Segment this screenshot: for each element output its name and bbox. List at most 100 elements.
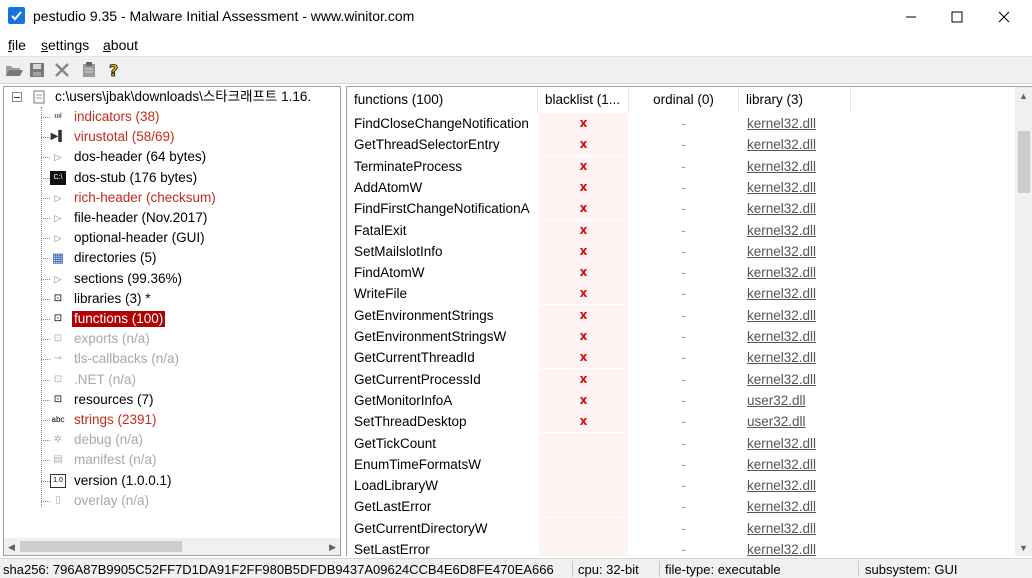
exports-icon: ⊡ — [53, 333, 63, 345]
cell-library-link[interactable]: kernel32.dll — [747, 241, 851, 262]
table-row[interactable]: GetTickCount - kernel32.dll — [347, 432, 1015, 454]
status-subsystem: subsystem: GUI — [865, 562, 958, 577]
cell-library-link[interactable]: kernel32.dll — [747, 134, 851, 155]
tree-item[interactable]: C:\ dos-stub (176 bytes) — [4, 168, 338, 188]
cell-library-link[interactable]: kernel32.dll — [747, 496, 851, 517]
table-row[interactable]: GetLastError - kernel32.dll — [347, 496, 1015, 518]
tree-item[interactable]: ⊡ exports (n/a) — [4, 329, 338, 349]
tree-item[interactable]: ▷ rich-header (checksum) — [4, 188, 338, 208]
cell-blacklist: x — [539, 155, 628, 177]
cell-library-link[interactable]: kernel32.dll — [747, 347, 851, 368]
table-row[interactable]: SetMailslotInfo x - kernel32.dll — [347, 240, 1015, 262]
tree-item[interactable]: ⊡ .NET (n/a) — [4, 370, 338, 390]
cell-library-link[interactable]: kernel32.dll — [747, 156, 851, 177]
tree-item[interactable]: 1.0 version (1.0.0.1) — [4, 471, 338, 491]
save-button[interactable] — [28, 61, 48, 80]
scroll-right-icon[interactable]: ▶ — [329, 542, 336, 553]
table-row[interactable]: TerminateProcess x - kernel32.dll — [347, 155, 1015, 177]
tree-item[interactable]: ⊡ resources (7) — [4, 390, 338, 410]
tree-item[interactable]: abc strings (2391) — [4, 410, 338, 430]
expand-icon[interactable]: ▷ — [50, 272, 66, 286]
tree-item[interactable]: ▦ directories (5) — [4, 248, 338, 268]
table-row[interactable]: GetMonitorInfoA x - user32.dll — [347, 389, 1015, 411]
cell-library-link[interactable]: kernel32.dll — [747, 475, 851, 496]
cell-library-link[interactable]: user32.dll — [747, 390, 851, 411]
column-library[interactable]: library (3) — [739, 87, 851, 113]
cell-ordinal: - — [681, 222, 686, 238]
tree-scroll-thumb[interactable] — [20, 541, 182, 552]
cell-library-link[interactable]: kernel32.dll — [747, 220, 851, 241]
close-button[interactable] — [981, 0, 1027, 33]
cell-ordinal: - — [681, 329, 686, 344]
menu-file[interactable]: file — [8, 37, 26, 53]
table-row[interactable]: WriteFile x - kernel32.dll — [347, 283, 1015, 305]
column-ordinal[interactable]: ordinal (0) — [629, 87, 739, 113]
expand-icon[interactable]: ▷ — [50, 211, 66, 225]
tree-item[interactable]: ▷ sections (99.36%) — [4, 269, 338, 289]
table-row[interactable]: SetLastError - kernel32.dll — [347, 539, 1015, 556]
tree-item[interactable]: ▶▌ virustotal (58/69) — [4, 127, 338, 147]
clipboard-button[interactable] — [80, 61, 100, 80]
table-row[interactable]: LoadLibraryW - kernel32.dll — [347, 475, 1015, 497]
cell-library-link[interactable]: kernel32.dll — [747, 518, 851, 539]
cell-library-link[interactable]: kernel32.dll — [747, 113, 851, 134]
expand-icon[interactable]: ▷ — [50, 191, 66, 205]
tree-item[interactable]: ⊡ functions (100) — [4, 309, 338, 329]
cell-library-link[interactable]: kernel32.dll — [747, 198, 851, 219]
cell-library-link[interactable]: kernel32.dll — [747, 539, 851, 556]
table-row[interactable]: GetThreadSelectorEntry x - kernel32.dll — [347, 134, 1015, 156]
cell-library-link[interactable]: kernel32.dll — [747, 283, 851, 304]
table-row[interactable]: FindAtomW x - kernel32.dll — [347, 262, 1015, 284]
scroll-left-icon[interactable]: ◀ — [8, 542, 15, 553]
tree-item[interactable]: ⊡ libraries (3) * — [4, 289, 338, 309]
open-button[interactable] — [4, 61, 24, 80]
table-row[interactable]: SetThreadDesktop x - user32.dll — [347, 411, 1015, 433]
tree-item[interactable]: ▷ dos-header (64 bytes) — [4, 147, 338, 167]
maximize-button[interactable] — [934, 0, 980, 33]
table-row[interactable]: GetEnvironmentStrings x - kernel32.dll — [347, 304, 1015, 326]
help-button[interactable]: ? — [106, 61, 126, 81]
cell-library-link[interactable]: kernel32.dll — [747, 326, 851, 347]
tree-root[interactable]: c:\users\jbak\downloads\스타크래프트 1.16. — [4, 87, 340, 107]
expand-icon[interactable]: ▷ — [50, 231, 66, 245]
menu-bar: file settings about — [0, 33, 1032, 57]
scroll-up-icon[interactable]: ▲ — [1019, 91, 1028, 101]
table-scroll-thumb[interactable] — [1018, 131, 1030, 193]
table-row[interactable]: GetCurrentProcessId x - kernel32.dll — [347, 368, 1015, 390]
cell-library-link[interactable]: kernel32.dll — [747, 369, 851, 390]
column-functions[interactable]: functions (100) — [347, 87, 538, 113]
cell-library-link[interactable]: kernel32.dll — [747, 262, 851, 283]
tree-item[interactable]: ▤ manifest (n/a) — [4, 450, 338, 470]
table-row[interactable]: GetCurrentDirectoryW - kernel32.dll — [347, 517, 1015, 539]
tree-view[interactable]: c:\users\jbak\downloads\스타크래프트 1.16. ııı… — [3, 86, 341, 556]
tree-horizontal-scrollbar[interactable]: ◀ ▶ — [4, 538, 340, 555]
scroll-down-icon[interactable]: ▼ — [1019, 543, 1028, 553]
menu-settings[interactable]: settings — [41, 37, 89, 53]
table-row[interactable]: GetCurrentThreadId x - kernel32.dll — [347, 347, 1015, 369]
expand-icon[interactable]: ▷ — [50, 150, 66, 164]
tree-item[interactable]: ⊸ tls-callbacks (n/a) — [4, 349, 338, 369]
tree-item[interactable]: ▯ overlay (n/a) — [4, 491, 338, 511]
table-row[interactable]: FindFirstChangeNotificationA x - kernel32.d… — [347, 198, 1015, 220]
table-vertical-scrollbar[interactable]: ▲ ▼ — [1015, 87, 1032, 556]
column-blacklist[interactable]: blacklist (1... — [538, 87, 629, 113]
table-row[interactable]: FindCloseChangeNotification x - kernel32.dl… — [347, 113, 1015, 134]
minimize-button[interactable] — [888, 0, 934, 33]
tree-item[interactable]: ▷ file-header (Nov.2017) — [4, 208, 338, 228]
cell-library-link[interactable]: user32.dll — [747, 411, 851, 432]
cell-function: WriteFile — [354, 286, 408, 302]
menu-about[interactable]: about — [103, 37, 138, 53]
cell-library-link[interactable]: kernel32.dll — [747, 305, 851, 326]
table-row[interactable]: AddAtomW x - kernel32.dll — [347, 176, 1015, 198]
collapse-icon[interactable] — [12, 92, 22, 102]
tree-item[interactable]: ✲ debug (n/a) — [4, 430, 338, 450]
close-file-button[interactable] — [53, 61, 73, 80]
table-row[interactable]: FatalExit x - kernel32.dll — [347, 219, 1015, 241]
tree-item[interactable]: ıııl indicators (38) — [4, 107, 338, 127]
cell-library-link[interactable]: kernel32.dll — [747, 177, 851, 198]
table-row[interactable]: GetEnvironmentStringsW x - kernel32.dll — [347, 326, 1015, 347]
cell-library-link[interactable]: kernel32.dll — [747, 433, 851, 454]
tree-item[interactable]: ▷ optional-header (GUI) — [4, 228, 338, 248]
table-row[interactable]: EnumTimeFormatsW - kernel32.dll — [347, 453, 1015, 475]
cell-library-link[interactable]: kernel32.dll — [747, 454, 851, 475]
